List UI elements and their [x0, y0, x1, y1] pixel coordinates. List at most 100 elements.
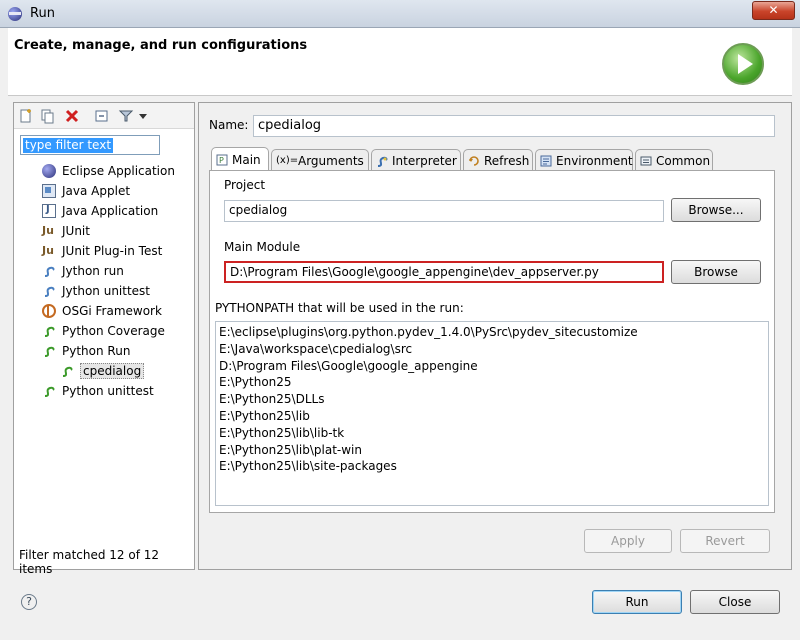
tree-item-junit-plugin-test[interactable]: Ju JUnit Plug-in Test	[42, 242, 162, 260]
tab-label: Refresh	[484, 153, 530, 168]
common-icon	[640, 156, 652, 165]
duplicate-configuration-icon[interactable]	[40, 108, 56, 124]
main-tab-icon: P	[216, 154, 228, 166]
svg-text:P: P	[219, 156, 224, 165]
python-config-icon	[62, 366, 73, 377]
tab-label: Main	[232, 153, 261, 167]
tree-item-jython-unittest[interactable]: Jython unittest	[42, 282, 150, 300]
filter-input[interactable]: type filter text	[20, 135, 160, 155]
tab-label: Interpreter	[392, 153, 457, 168]
junit-icon: Ju	[42, 224, 54, 237]
tab-bar: P Main (x)= Arguments Interpreter Refres…	[211, 147, 777, 172]
header-banner: Create, manage, and run configurations	[8, 28, 792, 96]
close-button[interactable]: Close	[690, 590, 780, 614]
list-item: E:\Python25\lib	[219, 408, 310, 423]
tree-item-label: Python unittest	[62, 384, 154, 398]
tree-item-junit[interactable]: Ju JUnit	[42, 222, 90, 240]
refresh-icon	[469, 155, 479, 166]
tree-item-label: Jython unittest	[62, 284, 151, 298]
close-icon: ✕	[768, 3, 779, 17]
browse-module-button[interactable]: Browse	[671, 260, 761, 284]
applet-icon	[42, 184, 56, 198]
delete-configuration-icon[interactable]	[64, 108, 80, 124]
tab-label: Arguments	[298, 153, 364, 168]
tree-item-eclipse-application[interactable]: Eclipse Application	[42, 162, 175, 180]
window-close-button[interactable]: ✕	[752, 1, 795, 20]
arguments-icon: (x)=	[276, 154, 299, 166]
list-item: E:\Python25\DLLs	[219, 392, 325, 407]
main-module-label: Main Module	[224, 240, 301, 254]
tab-label: Common	[656, 153, 711, 168]
tree-item-label: Java Application	[62, 204, 159, 218]
tree-item-python-run[interactable]: Python Run	[42, 342, 130, 360]
python-run-icon	[44, 346, 55, 357]
tree-item-java-applet[interactable]: Java Applet	[42, 182, 130, 200]
revert-button[interactable]: Revert	[680, 529, 770, 553]
browse-project-button[interactable]: Browse...	[671, 198, 761, 222]
main-tab-content: Project cpedialog Browse... Main Module …	[209, 170, 775, 513]
tree-item-python-coverage[interactable]: Python Coverage	[42, 322, 165, 340]
pythonpath-list[interactable]: E:\eclipse\plugins\org.python.pydev_1.4.…	[215, 321, 769, 506]
tree-item-jython-run[interactable]: Jython run	[42, 262, 124, 280]
tree-item-label: JUnit Plug-in Test	[62, 244, 163, 258]
tab-arguments[interactable]: (x)= Arguments	[271, 149, 369, 171]
main-module-field[interactable]: D:\Program Files\Google\google_appengine…	[224, 261, 664, 283]
run-icon	[722, 43, 764, 85]
tree-item-label: Java Applet	[62, 184, 131, 198]
tree-item-java-application[interactable]: Java Application	[42, 202, 158, 220]
window-title: Run	[30, 6, 55, 21]
tab-refresh[interactable]: Refresh	[463, 149, 533, 171]
tree-item-label: JUnit	[62, 224, 90, 238]
tab-main[interactable]: P Main	[211, 147, 269, 172]
tab-environment[interactable]: Environment	[535, 149, 633, 171]
eclipse-icon	[8, 7, 22, 21]
python-coverage-icon	[44, 326, 55, 337]
project-field[interactable]: cpedialog	[224, 200, 664, 222]
environment-icon	[540, 155, 552, 166]
configuration-toolbar	[14, 103, 194, 129]
list-item: E:\Python25\lib\plat-win	[219, 442, 362, 457]
tree-item-label: Python Run	[62, 344, 131, 358]
list-item: E:\Java\workspace\cpedialog\src	[219, 341, 413, 356]
tree-item-label: OSGi Framework	[62, 304, 162, 318]
banner-title: Create, manage, and run configurations	[14, 38, 308, 53]
chevron-down-icon[interactable]	[138, 108, 148, 124]
new-configuration-icon[interactable]	[18, 108, 34, 124]
name-input[interactable]: cpedialog	[253, 115, 775, 137]
tree-item-python-unittest[interactable]: Python unittest	[42, 382, 154, 400]
list-item: E:\Python25\lib\lib-tk	[219, 425, 345, 440]
python-icon	[377, 156, 388, 167]
configuration-list-panel: type filter text Eclipse Application Jav…	[13, 102, 195, 576]
filter-status: Filter matched 12 of 12 items	[19, 548, 160, 576]
pythonpath-label: PYTHONPATH that will be used in the run:	[215, 301, 464, 315]
tree-item-label: Python Coverage	[62, 324, 165, 338]
junit-plugin-icon: Ju	[42, 244, 54, 257]
jython-icon	[44, 266, 55, 277]
help-icon[interactable]: ?	[21, 594, 37, 610]
tree-item-label: cpedialog	[80, 363, 145, 379]
tree-item-label: Eclipse Application	[62, 164, 175, 178]
java-app-icon	[42, 204, 56, 218]
jython-unittest-icon	[44, 286, 55, 297]
tree-item-cpedialog[interactable]: cpedialog	[60, 362, 145, 380]
tab-label: Environment	[556, 153, 633, 168]
tree-item-label: Jython run	[62, 264, 124, 278]
filter-text: type filter text	[23, 138, 114, 153]
tab-common[interactable]: Common	[635, 149, 713, 171]
list-item: E:\Python25	[219, 375, 292, 390]
run-button[interactable]: Run	[592, 590, 682, 614]
collapse-all-icon[interactable]	[94, 108, 110, 124]
osgi-icon	[42, 304, 56, 318]
filter-icon[interactable]	[118, 108, 134, 124]
list-item: D:\Program Files\Google\google_appengine	[219, 358, 478, 373]
name-label: Name:	[209, 118, 249, 132]
eclipse-icon	[42, 164, 56, 178]
python-unittest-icon	[44, 386, 55, 397]
tree-item-osgi-framework[interactable]: OSGi Framework	[42, 302, 162, 320]
list-item: E:\eclipse\plugins\org.python.pydev_1.4.…	[219, 325, 638, 339]
title-bar: Run ✕	[0, 0, 800, 28]
list-item: E:\Python25\lib\site-packages	[219, 459, 397, 474]
project-label: Project	[224, 178, 266, 192]
tab-interpreter[interactable]: Interpreter	[371, 149, 461, 171]
apply-button[interactable]: Apply	[584, 529, 672, 553]
